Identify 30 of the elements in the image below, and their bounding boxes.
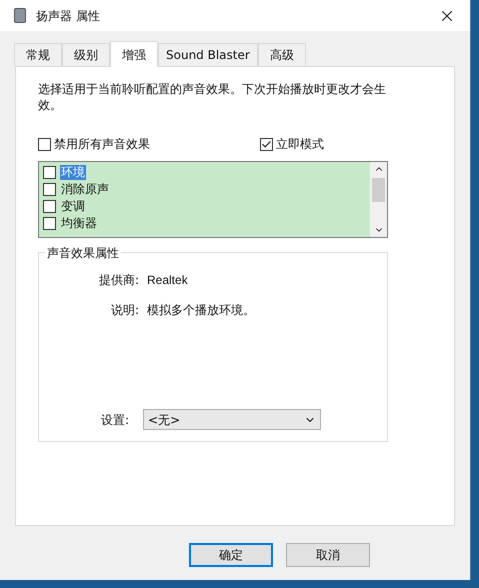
- tab[interactable]: 常规: [14, 43, 62, 66]
- scrollbar[interactable]: [370, 162, 387, 237]
- effect-item[interactable]: 环境: [60, 165, 86, 180]
- description-label: 说明:: [110, 302, 139, 319]
- tab[interactable]: 增强: [110, 41, 158, 67]
- provider-label: 提供商:: [98, 272, 139, 289]
- effect-item[interactable]: 均衡器: [60, 216, 98, 231]
- group-title: 声音效果属性: [45, 244, 121, 262]
- checkbox[interactable]: [43, 217, 56, 230]
- checkbox[interactable]: [43, 166, 56, 179]
- dialog-button[interactable]: 取消: [286, 543, 370, 567]
- effect-item[interactable]: 消除原声: [60, 182, 110, 197]
- tab[interactable]: 高级: [258, 43, 306, 66]
- provider-value: Realtek: [147, 272, 189, 289]
- description-text: 选择适用于当前聆听配置的声音效果。下次开始播放时更改才会生效。: [38, 81, 387, 113]
- setting-dropdown[interactable]: <无>: [143, 409, 322, 430]
- checkbox-label: 立即模式: [276, 136, 324, 153]
- effect-item[interactable]: 变调: [60, 199, 86, 214]
- checkbox[interactable]: [43, 200, 56, 213]
- setting-label: 设置:: [101, 412, 130, 428]
- checkbox[interactable]: [43, 183, 56, 196]
- dialog-button[interactable]: 确定: [189, 543, 273, 567]
- checkbox-label: 禁用所有声音效果: [54, 136, 150, 153]
- window-title: 扬声器 属性: [36, 8, 100, 24]
- description-value: 模拟多个播放环境。: [147, 302, 256, 319]
- scroll-thumb[interactable]: [372, 178, 385, 202]
- checkbox[interactable]: [38, 138, 51, 150]
- checkbox[interactable]: [260, 138, 273, 150]
- tab[interactable]: Sound Blaster: [158, 43, 258, 66]
- tab[interactable]: 级别: [62, 43, 110, 66]
